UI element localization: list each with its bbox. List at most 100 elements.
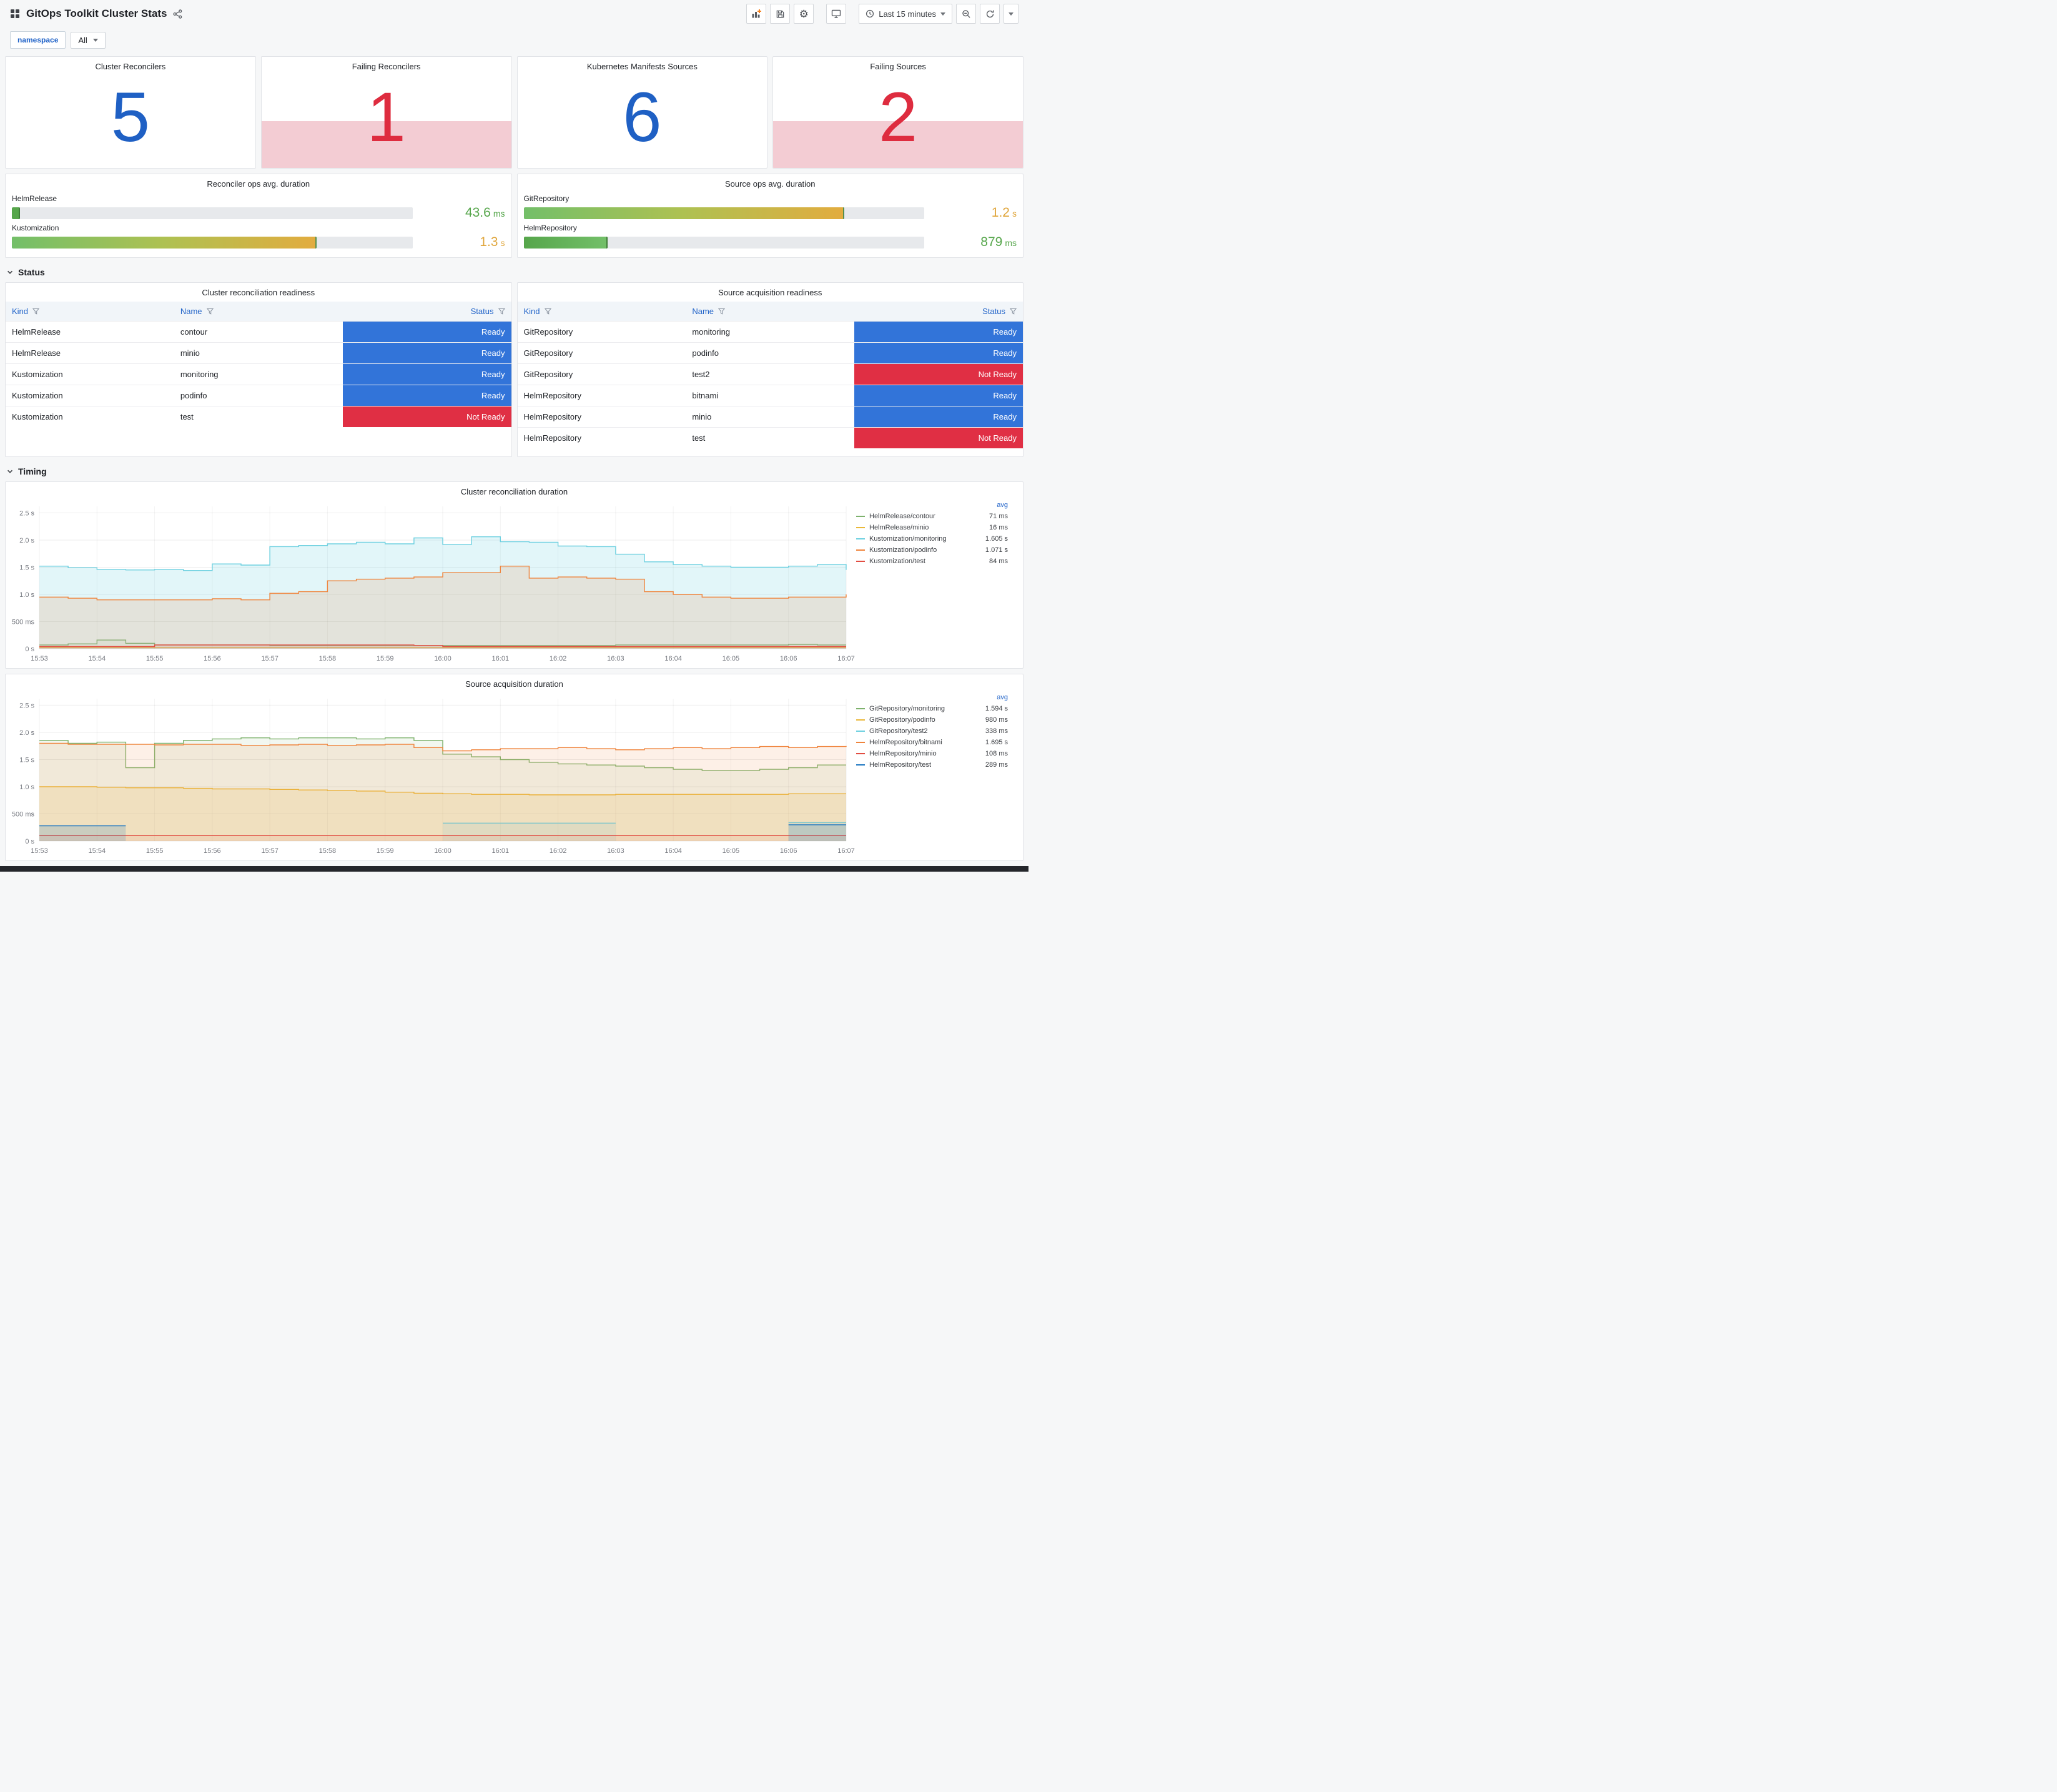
column-header-label: Kind [12, 307, 29, 316]
column-header-button[interactable]: Kind [518, 302, 686, 321]
bargauge-value-number: 1.3 [480, 235, 498, 249]
timeseries-plot[interactable]: 0 s 500 ms 1.0 s 1.5 s 2.0 s 2.5 s 15:53 15:54 1… [6, 499, 856, 666]
series-avg: 289 ms [985, 761, 1008, 769]
zoom-out-button[interactable] [956, 4, 976, 24]
bargauge-value-unit: ms [493, 209, 505, 219]
table-row: Kustomization test Not Ready [6, 406, 511, 427]
legend-item[interactable]: GitRepository/monitoring 1.594 s [856, 703, 1008, 714]
bargauge-label: GitRepository [523, 194, 570, 203]
column-header-button[interactable]: Status [343, 302, 511, 321]
cell-name: minio [174, 342, 343, 364]
section-status-label: Status [18, 267, 45, 277]
column-header-button[interactable]: Name [174, 302, 343, 321]
column-header-label: Status [982, 307, 1005, 316]
add-panel-button[interactable] [746, 4, 767, 24]
section-timing[interactable]: Timing [5, 462, 1024, 481]
svg-text:15:55: 15:55 [146, 655, 164, 662]
legend-item[interactable]: HelmRelease/contour 71 ms [856, 511, 1008, 522]
bargauge-value-number: 1.2 [991, 205, 1010, 220]
filter-icon[interactable] [718, 308, 726, 315]
filter-icon[interactable] [206, 308, 214, 315]
timeseries-panel: Source acquisition duration 0 s 500 ms 1.0 … [5, 674, 1024, 861]
series-avg: 16 ms [989, 524, 1008, 531]
bargauge-fill [12, 236, 317, 249]
panel-title: Failing Reconcilers [352, 62, 421, 71]
variable-picker-namespace[interactable]: All [71, 31, 106, 49]
legend-item[interactable]: Kustomization/monitoring 1.605 s [856, 533, 1008, 544]
legend-item[interactable]: GitRepository/podinfo 980 ms [856, 714, 1008, 726]
series-name: Kustomization/test [869, 558, 925, 565]
dashboard-settings-button[interactable]: ⚙ [794, 4, 814, 24]
bargauge-value: 879 ms [934, 235, 1017, 250]
panel-title: Source ops avg. duration [724, 179, 816, 189]
plot-area[interactable]: 0 s 500 ms 1.0 s 1.5 s 2.0 s 2.5 s 15:53 15:54 1… [6, 691, 856, 859]
column-header-status: Status [854, 302, 1023, 322]
refresh-interval-dropdown[interactable] [1004, 4, 1019, 24]
time-range-picker[interactable]: Last 15 minutes [859, 4, 952, 24]
svg-text:15:58: 15:58 [319, 847, 337, 855]
section-status[interactable]: Status [5, 263, 1024, 282]
table-body: HelmRelease contour Ready HelmRelease minio R… [6, 321, 511, 427]
timeseries-plot[interactable]: 0 s 500 ms 1.0 s 1.5 s 2.0 s 2.5 s 15:53 15:54 1… [6, 691, 856, 859]
column-header-button[interactable]: Kind [6, 302, 174, 321]
table-panel: Cluster reconciliation readiness Kind Name… [5, 282, 512, 457]
cell-kind: GitRepository [517, 321, 686, 343]
variables-bar: namespace All [5, 27, 1024, 56]
cell-status: Ready [854, 321, 1023, 343]
svg-text:500 ms: 500 ms [12, 811, 35, 819]
series-color-dash [856, 527, 865, 528]
svg-text:500 ms: 500 ms [12, 619, 35, 626]
panel-title: Kubernetes Manifests Sources [586, 62, 698, 71]
save-dashboard-button[interactable] [770, 4, 791, 24]
legend-item[interactable]: GitRepository/test2 338 ms [856, 726, 1008, 737]
cell-kind: HelmRepository [517, 385, 686, 406]
column-header-button[interactable]: Name [686, 302, 854, 321]
refresh-button[interactable] [980, 4, 1000, 24]
svg-text:16:00: 16:00 [434, 847, 451, 855]
chevron-down-icon [92, 38, 98, 42]
legend-item[interactable]: HelmRepository/minio 108 ms [856, 748, 1008, 759]
column-header-name: Name [174, 302, 343, 322]
legend-item[interactable]: Kustomization/test 84 ms [856, 556, 1008, 567]
legend-avg-header: avg [997, 501, 1008, 509]
series-color-dash [856, 719, 865, 721]
apps-menu-button[interactable] [10, 9, 20, 19]
legend-item[interactable]: HelmRepository/test 289 ms [856, 759, 1008, 770]
filter-icon[interactable] [544, 308, 551, 315]
column-header-kind: Kind [6, 302, 174, 322]
filter-icon[interactable] [32, 308, 40, 315]
cell-kind: Kustomization [6, 385, 174, 406]
panel-title: Cluster reconciliation readiness [202, 288, 315, 297]
svg-text:15:57: 15:57 [261, 847, 279, 855]
svg-text:1.5 s: 1.5 s [19, 757, 34, 764]
legend-item[interactable]: Kustomization/podinfo 1.071 s [856, 544, 1008, 556]
svg-text:15:57: 15:57 [261, 655, 279, 662]
share-dashboard-button[interactable] [173, 9, 182, 19]
dashboard-header: GitOps Toolkit Cluster Stats ⚙ Last 15 m… [5, 0, 1024, 27]
refresh-icon [985, 9, 995, 19]
time-range-label: Last 15 minutes [879, 9, 936, 19]
dashboard-title: GitOps Toolkit Cluster Stats [26, 7, 167, 19]
svg-text:16:02: 16:02 [550, 655, 567, 662]
bargauge-row: Kustomization 1.3 s [12, 224, 505, 250]
cycle-view-mode-button[interactable] [826, 4, 847, 24]
filter-icon[interactable] [498, 308, 505, 315]
bargauge-fill [523, 236, 608, 249]
column-header-button[interactable]: Status [854, 302, 1023, 321]
column-header-name: Name [686, 302, 855, 322]
plot-area[interactable]: 0 s 500 ms 1.0 s 1.5 s 2.0 s 2.5 s 15:53 15:54 1… [6, 499, 856, 666]
column-header-kind: Kind [517, 302, 686, 322]
series-color-dash [856, 764, 865, 766]
svg-text:2.5 s: 2.5 s [19, 510, 34, 517]
cell-kind: GitRepository [517, 363, 686, 385]
chevron-down-icon [1009, 12, 1014, 16]
legend-item[interactable]: HelmRepository/bitnami 1.695 s [856, 737, 1008, 748]
column-header-label: Name [180, 307, 202, 316]
monitor-icon [831, 9, 841, 19]
table-row: HelmRepository test Not Ready [517, 427, 1023, 448]
table-row: HelmRepository bitnami Ready [517, 385, 1023, 406]
svg-text:16:06: 16:06 [780, 847, 797, 855]
filter-icon[interactable] [1010, 308, 1017, 315]
legend-item[interactable]: HelmRelease/minio 16 ms [856, 522, 1008, 533]
cell-kind: HelmRepository [517, 427, 686, 448]
